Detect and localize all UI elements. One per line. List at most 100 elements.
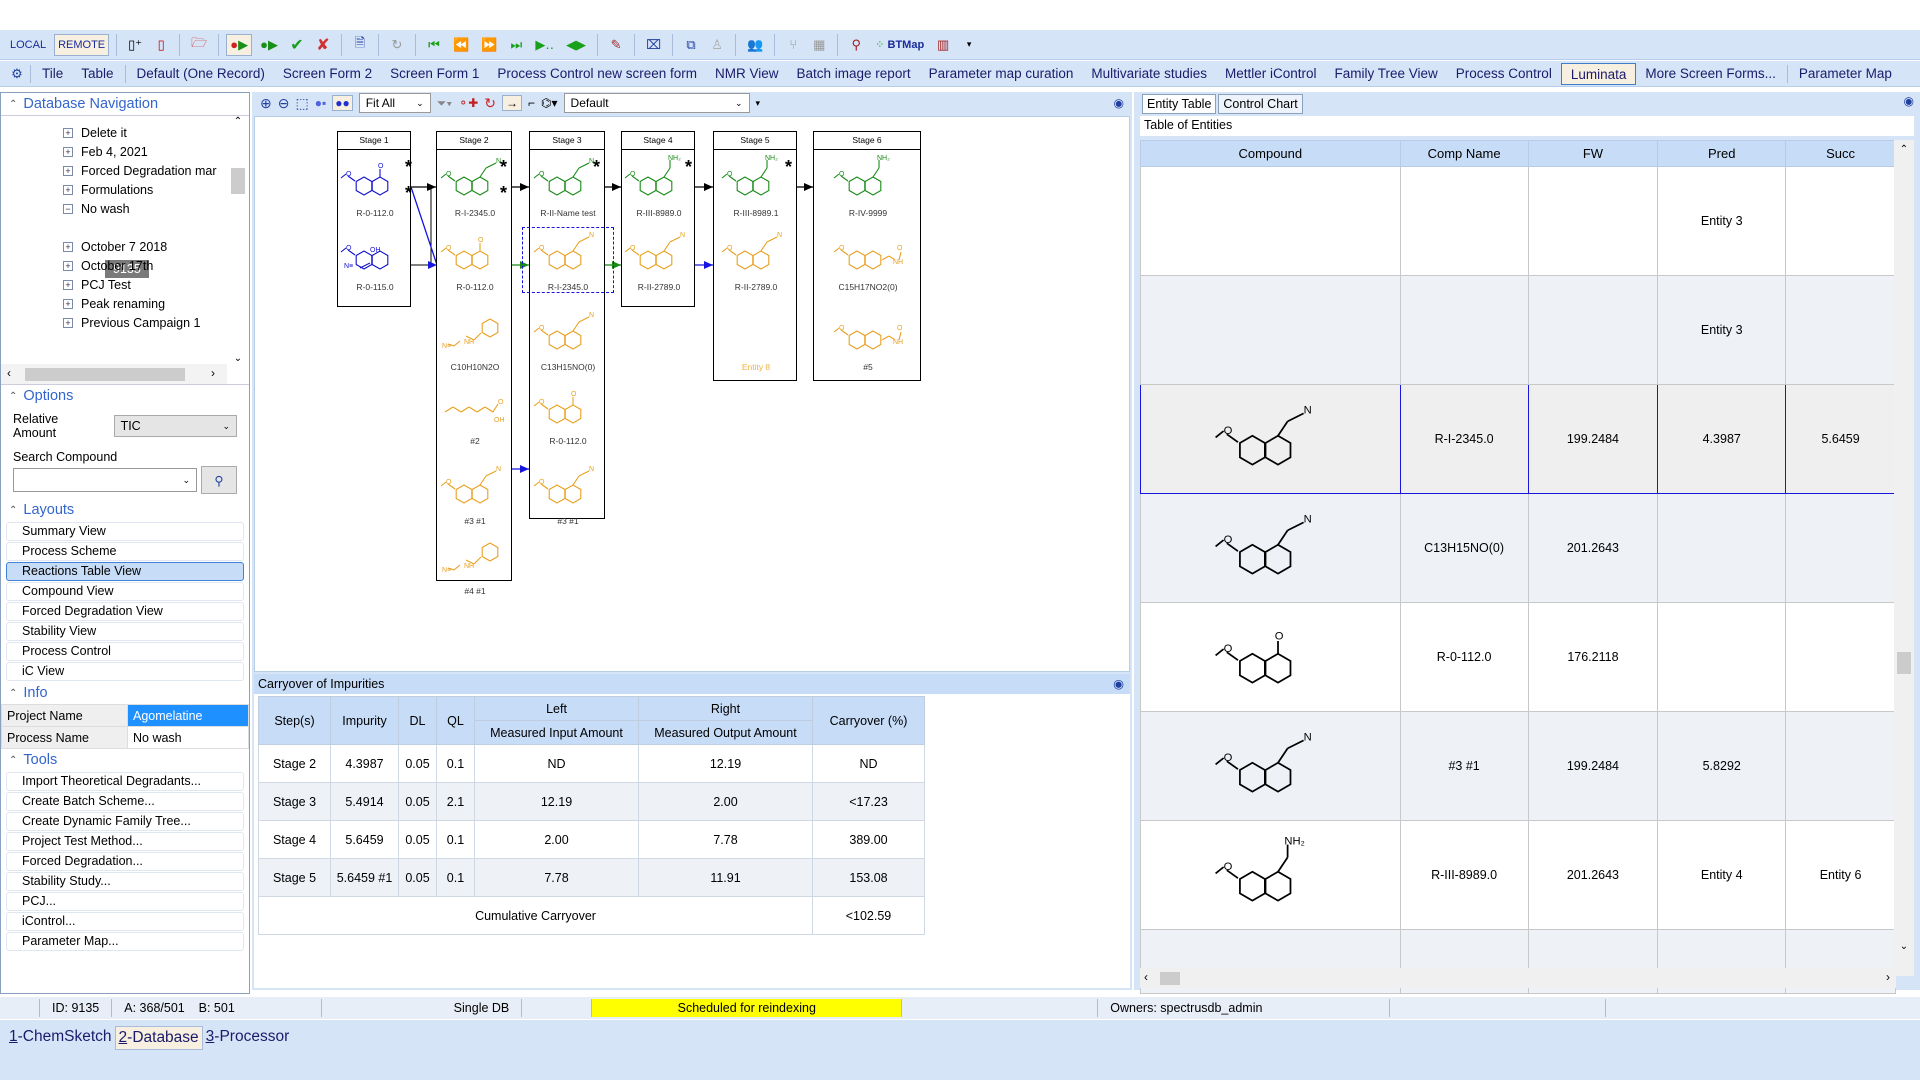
compound-node[interactable]: O NH O C15H17NO2(0)	[823, 228, 913, 292]
cell-output[interactable]: 2.00	[638, 782, 813, 821]
cell-carryover[interactable]: ND	[812, 744, 925, 783]
expand-node-icon[interactable]: +	[63, 318, 73, 328]
screen-form-luminata[interactable]: Luminata	[1560, 62, 1637, 85]
tree-item[interactable]: + October 17th	[63, 259, 153, 273]
scroll-thumb[interactable]	[231, 168, 245, 194]
compound-node[interactable]: O N R-I-2345.0	[522, 227, 614, 293]
entity-row[interactable]: Entity 3	[1140, 166, 1896, 276]
expand-node-icon[interactable]: +	[63, 280, 73, 290]
tree-item[interactable]: + Formulations	[63, 183, 153, 197]
toolbar-overflow-icon[interactable]: ▾	[756, 98, 761, 109]
tool-item[interactable]: Stability Study...	[6, 872, 244, 891]
info-header[interactable]: ⌃ Info	[1, 682, 249, 704]
zoom-out-icon[interactable]: ⊖	[278, 95, 290, 112]
atoms-small-icon[interactable]: ●▪	[315, 96, 327, 110]
cell-succ[interactable]: 5.6459	[1785, 384, 1896, 494]
pin-icon[interactable]: ◉	[1114, 96, 1124, 110]
compound-node[interactable]: O NH₂ R-IV-9999	[823, 154, 913, 218]
zoom-in-icon[interactable]: ⊕	[260, 95, 272, 112]
cell-fw[interactable]	[1527, 166, 1659, 276]
col-header-steps[interactable]: Step(s)	[258, 696, 331, 745]
entity-row[interactable]: O N R-I-2345.0 199.2484 4.3987 5.6459	[1140, 384, 1896, 494]
screen-form-screen-form-2[interactable]: Screen Form 2	[274, 63, 381, 85]
stage-box[interactable]: Stage 1 O O R-0-112.0 O N≡ OH R-0-115.0	[337, 131, 411, 307]
cell-dl[interactable]: 0.05	[398, 858, 437, 897]
tree-item[interactable]: + Delete it	[63, 126, 127, 140]
expand-node-icon[interactable]: +	[63, 166, 73, 176]
cell-succ[interactable]	[1785, 711, 1896, 821]
cell-fw[interactable]: 176.2118	[1527, 602, 1659, 712]
search-compound-button[interactable]: ⚲	[201, 466, 237, 494]
cell-succ[interactable]	[1785, 275, 1896, 385]
next-record-icon[interactable]: ⏩	[477, 34, 501, 56]
cell-output[interactable]: 7.78	[638, 820, 813, 859]
zoom-mode-select[interactable]: Fit All ⌄	[358, 93, 431, 113]
atoms-large-icon[interactable]: ●●	[332, 95, 353, 111]
reload-icon[interactable]: ↻	[484, 95, 496, 112]
cell-compound[interactable]: O NH₂	[1140, 820, 1401, 930]
scroll-down-icon[interactable]: ⌄	[1894, 941, 1914, 952]
compound-node[interactable]: O N R-II-2789.0	[614, 228, 704, 292]
prev-record-icon[interactable]: ⏪	[449, 34, 473, 56]
tree-item[interactable]: + Peak renaming	[63, 297, 165, 311]
relative-amount-select[interactable]: TIC ⌄	[113, 415, 237, 437]
col-header-measured-output[interactable]: Measured Output Amount	[638, 720, 813, 745]
layout-item[interactable]: Stability View	[6, 622, 244, 641]
compound-node[interactable]: O N R-II-2789.0	[711, 228, 801, 292]
remote-button[interactable]: REMOTE	[54, 33, 110, 56]
col-header-dl[interactable]: DL	[398, 696, 437, 745]
cell-carryover[interactable]: 153.08	[812, 858, 925, 897]
delete-record-icon[interactable]: ▯	[150, 34, 172, 56]
compound-node[interactable]: O OH #2	[430, 382, 520, 446]
layouts-header[interactable]: ⌃ Layouts	[1, 499, 249, 521]
col-header-comp-name[interactable]: Comp Name	[1399, 140, 1529, 167]
entity-row[interactable]: Entity 3	[1140, 275, 1896, 385]
cell-fw[interactable]: 199.2484	[1527, 384, 1659, 494]
cell-name[interactable]: #3 #1	[1399, 711, 1529, 821]
toolbar-overflow-icon[interactable]: ▾	[958, 34, 980, 56]
col-header-ql[interactable]: QL	[436, 696, 475, 745]
cell-fw[interactable]: 199.2484	[1527, 711, 1659, 821]
tree-item[interactable]: + Forced Degradation mar	[63, 164, 216, 178]
open-folder-icon[interactable]: 🗁	[187, 34, 211, 56]
tree-icon[interactable]: ⑂	[782, 34, 804, 56]
btmap-button[interactable]: ⁘ BTMap	[871, 34, 928, 56]
cell-pred[interactable]: Entity 4	[1657, 820, 1787, 930]
cell-succ[interactable]: Entity 6	[1785, 820, 1896, 930]
expand-node-icon[interactable]: +	[63, 261, 73, 271]
stage-box[interactable]: Stage 6 O NH₂ R-IV-9999 O NH O C15H17NO2(0) O NH O…	[813, 131, 921, 381]
tree-item[interactable]: + PCJ Test	[63, 278, 131, 292]
tree-item[interactable]: − No wash	[63, 202, 130, 216]
screen-form-family-tree-view[interactable]: Family Tree View	[1326, 63, 1447, 85]
tool-item[interactable]: Create Batch Scheme...	[6, 792, 244, 811]
layout-item[interactable]: Process Control	[6, 642, 244, 661]
cell-step[interactable]: Stage 2	[258, 744, 331, 783]
cell-output[interactable]: 12.19	[638, 744, 813, 783]
cell-ql[interactable]: 0.1	[436, 744, 475, 783]
step-connector-icon[interactable]: ⌐	[528, 96, 535, 110]
cell-name[interactable]: R-0-112.0	[1399, 602, 1529, 712]
first-record-icon[interactable]: ⏮	[423, 34, 445, 56]
tool-item[interactable]: Create Dynamic Family Tree...	[6, 812, 244, 831]
screen-form-nmr-view[interactable]: NMR View	[706, 63, 788, 85]
scroll-right-icon[interactable]: ›	[1886, 970, 1890, 984]
tree-horizontal-scrollbar[interactable]: ‹ ›	[1, 364, 227, 384]
col-header-left[interactable]: Left	[474, 696, 639, 721]
clear-query-icon[interactable]: ⌧	[642, 34, 665, 56]
users-icon[interactable]: 👥	[743, 34, 767, 56]
arrow-tool-icon[interactable]: →	[502, 95, 523, 111]
cell-pred[interactable]	[1657, 602, 1787, 712]
expand-node-icon[interactable]: +	[63, 299, 73, 309]
tree-item[interactable]: + Feb 4, 2021	[63, 145, 148, 159]
cell-dl[interactable]: 0.05	[398, 820, 437, 859]
module-tab[interactable]: 3-Processor	[203, 1026, 293, 1048]
cell-carryover[interactable]: <17.23	[812, 782, 925, 821]
compound-node[interactable]: O N #3 #1	[523, 462, 613, 526]
cell-pred[interactable]: 5.8292	[1657, 711, 1787, 821]
tool-item[interactable]: Forced Degradation...	[6, 852, 244, 871]
cell-name[interactable]: R-III-8989.0	[1399, 820, 1529, 930]
scroll-right-icon[interactable]: ›	[211, 366, 215, 380]
cell-name[interactable]	[1399, 275, 1529, 385]
table-icon[interactable]: ▦	[808, 34, 830, 56]
col-header-carryover[interactable]: Carryover (%)	[812, 696, 925, 745]
